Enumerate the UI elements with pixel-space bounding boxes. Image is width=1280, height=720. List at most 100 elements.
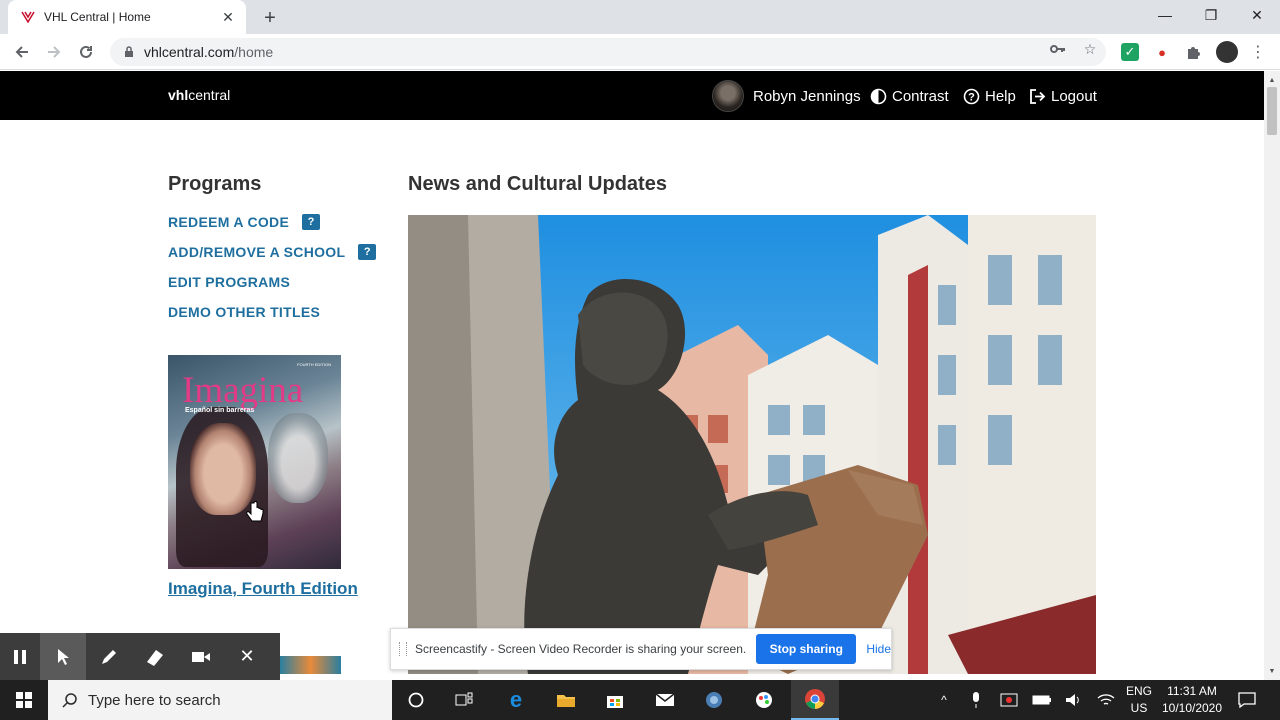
redeem-code-link[interactable]: REDEEM A CODE ? (168, 214, 321, 230)
restore-button[interactable]: ❐ (1188, 0, 1234, 30)
key-icon[interactable] (1050, 41, 1066, 57)
forward-arrow-icon[interactable] (42, 40, 66, 64)
clock[interactable]: 11:31 AM 10/10/2020 (1158, 684, 1226, 715)
volume-icon[interactable] (1064, 690, 1084, 710)
extension-green-icon[interactable]: ✓ (1121, 43, 1139, 61)
imagina-book-cover[interactable]: Imagina FOURTH EDITION Español sin barre… (168, 355, 341, 569)
hand-cursor-icon (246, 501, 264, 522)
pointer-cursor-icon[interactable] (40, 633, 86, 680)
user-name: Robyn Jennings (753, 87, 861, 105)
vhl-central-logo[interactable]: vhlcentral (168, 87, 230, 103)
programs-heading: Programs (168, 173, 262, 195)
help-label: Help (985, 87, 1016, 105)
news-feature-image[interactable] (408, 215, 1096, 674)
app-shield-icon[interactable] (690, 680, 738, 720)
windows-taskbar: Type here to search e ^ ENG US 11:31 AM … (0, 680, 1280, 720)
add-remove-school-link[interactable]: ADD/REMOVE A SCHOOL ? (168, 244, 377, 260)
logout-label: Logout (1051, 87, 1097, 105)
clock-date: 10/10/2020 (1161, 701, 1223, 715)
drag-handle-icon[interactable] (399, 642, 407, 656)
address-bar[interactable]: vhlcentral.com/home (110, 38, 1106, 66)
hide-button[interactable]: Hide (866, 642, 891, 656)
contrast-icon (869, 87, 887, 105)
pen-icon[interactable] (86, 633, 132, 680)
clock-time: 11:31 AM (1167, 684, 1217, 698)
language-indicator[interactable]: ENG US (1124, 684, 1154, 715)
show-hidden-icons-icon[interactable]: ^ (934, 690, 954, 710)
svg-text:?: ? (968, 91, 975, 103)
bookmark-star-icon[interactable]: ☆ (1082, 41, 1098, 57)
help-circle-icon: ? (962, 87, 980, 105)
lock-icon (122, 45, 136, 59)
tab-close-icon[interactable]: ✕ (220, 9, 236, 25)
language-code: ENG (1125, 684, 1152, 698)
user-menu[interactable]: Robyn Jennings (712, 79, 861, 113)
site-header: vhlcentral Robyn Jennings Contrast ? Hel… (0, 71, 1264, 120)
microphone-icon[interactable] (966, 690, 986, 710)
page-content: vhlcentral Robyn Jennings Contrast ? Hel… (0, 71, 1264, 674)
cortana-icon[interactable] (392, 680, 440, 720)
screencastify-toolbar: ✕ (0, 633, 280, 680)
cover-title: Imagina (182, 370, 304, 411)
eraser-icon[interactable] (132, 633, 178, 680)
second-book-cover[interactable] (280, 656, 341, 674)
minimize-button[interactable]: — (1142, 0, 1188, 30)
reload-icon[interactable] (74, 40, 98, 64)
contrast-button[interactable]: Contrast (869, 85, 949, 107)
store-icon[interactable] (591, 680, 639, 720)
browser-tab[interactable]: VHL Central | Home ✕ (8, 0, 246, 34)
cover-art-reflection (268, 413, 328, 503)
notifications-icon[interactable] (1237, 690, 1257, 710)
screen-sharing-bar: Screencastify - Screen Video Recorder is… (390, 628, 892, 670)
demo-other-titles-link[interactable]: DEMO OTHER TITLES (168, 304, 320, 320)
help-badge-icon[interactable]: ? (358, 244, 377, 260)
file-explorer-icon[interactable] (542, 680, 590, 720)
window-close-button[interactable]: ✕ (1234, 0, 1280, 30)
windows-start-icon[interactable] (0, 680, 48, 720)
logout-icon (1028, 87, 1046, 105)
app-paint-icon[interactable] (740, 680, 788, 720)
battery-icon[interactable] (1032, 690, 1052, 710)
screencastify-extension-icon[interactable]: ● (1153, 43, 1171, 61)
taskbar-search-box[interactable]: Type here to search (48, 680, 392, 720)
profile-avatar[interactable] (1216, 41, 1238, 63)
book-title-link[interactable]: Imagina, Fourth Edition (168, 579, 358, 599)
browser-toolbar: vhlcentral.com/home ☆ ✓ ● ⋮ (0, 34, 1280, 70)
camera-icon[interactable] (178, 633, 224, 680)
help-button[interactable]: ? Help (962, 85, 1016, 107)
page-scrollbar[interactable]: ▲ ▼ (1264, 71, 1280, 680)
task-view-icon[interactable] (440, 680, 488, 720)
search-icon (60, 690, 80, 710)
back-arrow-icon[interactable] (10, 40, 34, 64)
browser-menu-icon[interactable]: ⋮ (1249, 43, 1267, 61)
cover-edition: FOURTH EDITION (297, 362, 331, 367)
scroll-down-icon[interactable]: ▼ (1264, 664, 1280, 678)
wifi-icon[interactable] (1096, 690, 1116, 710)
url-text: vhlcentral.com/home (144, 44, 274, 60)
sharing-message: Screencastify - Screen Video Recorder is… (414, 642, 747, 656)
logout-button[interactable]: Logout (1028, 85, 1097, 107)
vhl-favicon-icon (20, 9, 36, 25)
close-toolbar-icon[interactable]: ✕ (224, 633, 270, 680)
add-remove-school-label: ADD/REMOVE A SCHOOL (168, 244, 346, 260)
new-tab-button[interactable]: + (258, 6, 282, 30)
scroll-thumb[interactable] (1267, 87, 1277, 135)
edit-programs-link[interactable]: EDIT PROGRAMS (168, 274, 290, 290)
contrast-label: Contrast (892, 87, 949, 105)
chrome-icon[interactable] (791, 680, 839, 720)
pause-icon[interactable] (0, 633, 40, 680)
browser-tabstrip: VHL Central | Home ✕ + — ❐ ✕ (0, 0, 1280, 34)
cover-subtitle: Español sin barreras (185, 407, 255, 414)
puzzle-extensions-icon[interactable] (1185, 43, 1203, 61)
news-heading: News and Cultural Updates (408, 173, 667, 195)
redeem-code-label: REDEEM A CODE (168, 214, 290, 230)
stop-sharing-button[interactable]: Stop sharing (756, 634, 857, 664)
scroll-up-icon[interactable]: ▲ (1264, 73, 1280, 87)
language-region: US (1130, 701, 1148, 715)
edge-browser-icon[interactable]: e (492, 680, 540, 720)
search-placeholder: Type here to search (88, 691, 221, 709)
mail-icon[interactable] (641, 680, 689, 720)
avatar (712, 80, 744, 112)
help-badge-icon[interactable]: ? (302, 214, 321, 230)
screen-record-icon[interactable] (999, 690, 1019, 710)
